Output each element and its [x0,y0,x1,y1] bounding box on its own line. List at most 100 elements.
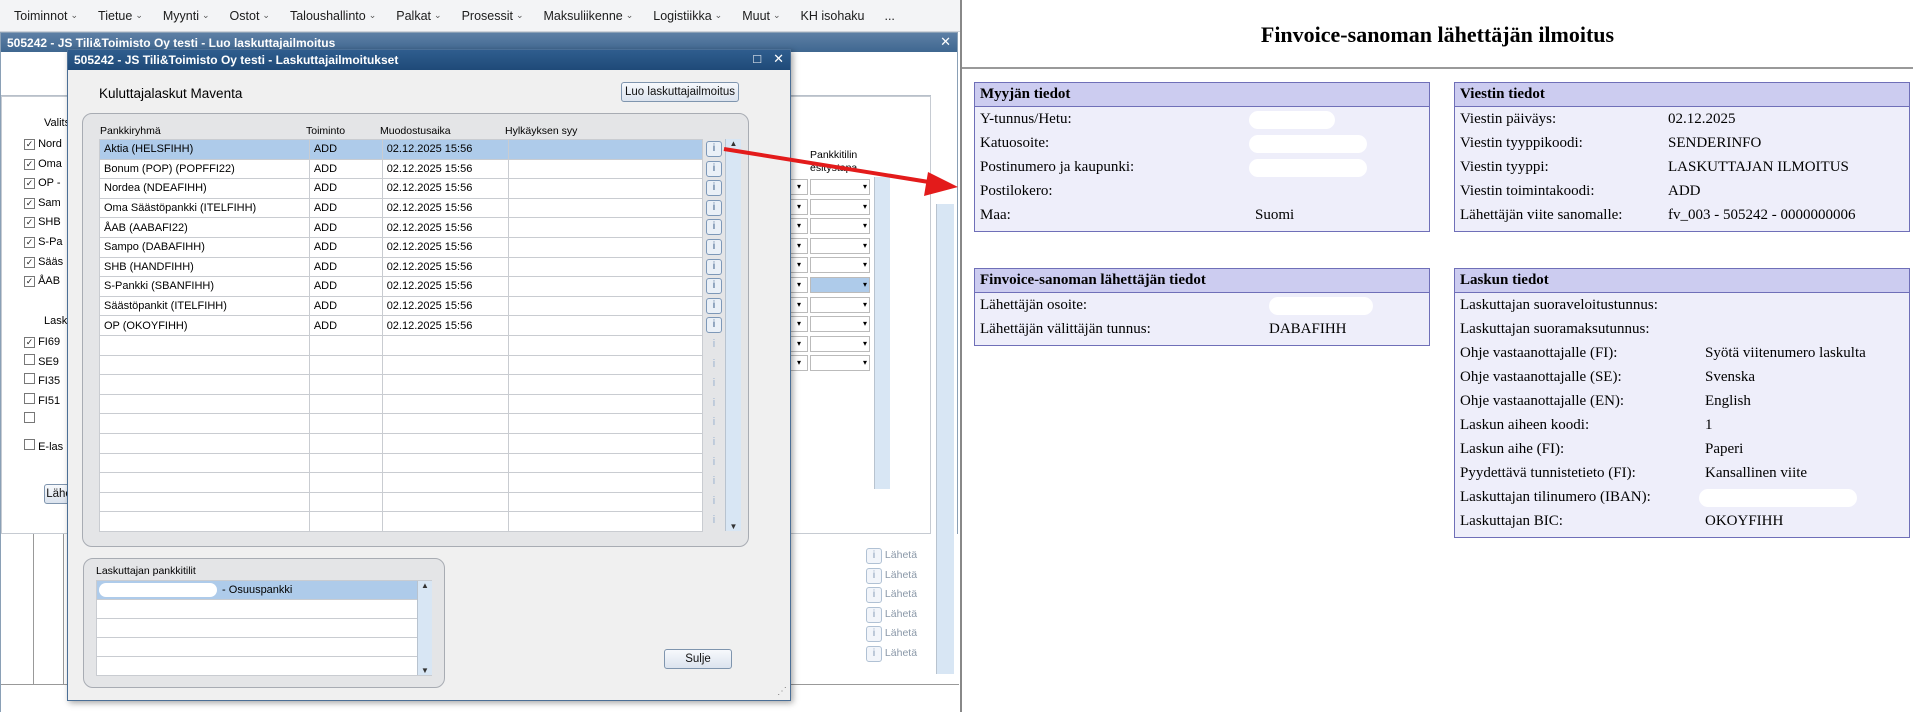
info-placeholder: i [712,357,716,370]
dropdown-toggle[interactable]: ▾ [790,179,808,195]
menu-muut[interactable]: Muut ⌄ [732,9,790,23]
info-button[interactable]: i [706,199,722,216]
dropdown-select[interactable]: ▾ [810,355,870,372]
info-button[interactable]: i [706,160,722,177]
table-row[interactable]: OP (OKOYFIHH) ADD 02.12.2025 15:56 [99,315,704,336]
info-button[interactable]: i [866,626,882,643]
send-link[interactable]: Lähetä [885,588,917,600]
checkbox[interactable]: ✓ [24,337,35,348]
send-link[interactable]: Lähetä [885,549,917,561]
menu-myynti[interactable]: Myynti ⌄ [153,9,220,23]
dropdown-select[interactable]: ▾ [810,296,870,313]
dropdown-select[interactable]: ▾ [810,316,870,333]
checkbox[interactable]: ✓ [24,178,35,190]
send-link[interactable]: Lähetä [885,627,917,639]
close-icon[interactable]: ✕ [773,51,784,67]
vertical-scrollbar[interactable]: ▲ ▼ [417,581,432,675]
send-link[interactable]: Lähetä [885,569,917,581]
vertical-scrollbar[interactable] [936,204,954,674]
checkbox[interactable]: ✓ [24,217,35,229]
table-row[interactable]: Aktia (HELSFIHH) ADD 02.12.2025 15:56 [99,139,704,160]
dropdown-select[interactable]: ▾ [810,276,870,293]
dropdown-toggle[interactable]: ▾ [790,335,808,352]
row-label: Viestin toimintakoodi: [1460,183,1595,199]
elasku-checkbox[interactable] [24,439,35,450]
checkbox[interactable] [24,353,35,365]
info-button[interactable]: i [866,548,882,564]
checkbox[interactable]: ✓ [24,276,35,288]
checkbox[interactable]: ✓ [24,236,35,248]
vertical-scrollbar[interactable] [874,177,890,489]
info-button[interactable]: i [706,238,722,255]
dropdown-select[interactable]: ▾ [810,198,870,215]
menu-kh-isohaku[interactable]: KH isohaku [791,9,875,23]
send-link[interactable]: Lähetä [885,608,917,620]
menu-toiminnot[interactable]: Toiminnot ⌄ [4,9,88,23]
dropdown-toggle[interactable]: ▾ [790,237,808,254]
dropdown-select[interactable]: ▾ [810,218,870,235]
scroll-up-icon[interactable]: ▲ [726,139,741,148]
info-button[interactable]: i [706,258,722,275]
scroll-down-icon[interactable]: ▼ [726,522,741,531]
checkbox[interactable] [24,412,35,424]
maximize-icon[interactable]: □ [753,51,761,67]
info-button[interactable]: i [866,587,882,604]
scroll-down-icon[interactable]: ▼ [418,666,432,675]
checkbox[interactable]: ✓ [24,158,35,170]
message-info-box: Viestin tiedot Viestin päiväys: 02.12.202… [1454,82,1910,232]
create-notice-button[interactable]: Luo laskuttajailmoitus [621,82,739,102]
checkbox[interactable] [24,392,35,404]
table-row-empty [99,413,704,434]
menu-taloushallinto[interactable]: Taloushallinto ⌄ [280,9,386,23]
dropdown-select[interactable]: ▾ [810,335,870,352]
menu-maksuliikenne[interactable]: Maksuliikenne ⌄ [534,9,644,23]
info-button[interactable]: i [866,567,882,584]
table-row[interactable]: Säästöpankit (ITELFIHH) ADD 02.12.2025 15:… [99,295,704,317]
checkbox[interactable]: ✓ [24,139,35,150]
dropdown-select[interactable]: ▾ [810,237,870,254]
dropdown-toggle[interactable]: ▾ [790,276,808,293]
info-button[interactable]: i [866,606,882,623]
info-button[interactable]: i [706,278,722,295]
table-row[interactable]: Nordea (NDEAFIHH) ADD 02.12.2025 15:56 [99,178,704,199]
info-row: Ohje vastaanottajalle (EN): English [1455,389,1909,413]
vertical-scrollbar[interactable]: ▲ ▼ [725,139,741,531]
send-link[interactable]: Lähetä [885,647,917,659]
menu-palkat[interactable]: Palkat ⌄ [386,9,451,23]
dropdown-toggle[interactable]: ▾ [790,355,808,372]
menu-prosessit[interactable]: Prosessit ⌄ [452,9,534,23]
table-row[interactable]: Sampo (DABAFIHH) ADD 02.12.2025 15:56 [99,236,704,258]
checkbox[interactable]: ✓ [24,256,35,268]
info-button[interactable]: i [706,141,722,157]
dropdown-select[interactable]: ▾ [810,257,870,274]
info-button[interactable]: i [706,297,722,314]
menu-ostot[interactable]: Ostot ⌄ [220,9,280,23]
info-button[interactable]: i [706,180,722,197]
info-button[interactable]: i [706,219,722,236]
info-button[interactable]: i [866,645,882,662]
menu-more[interactable]: ... [874,9,904,23]
table-row[interactable]: Bonum (POP) (POPFFI22) ADD 02.12.2025 15:5… [99,158,704,180]
cell-action: ADD [308,197,383,219]
dropdown-select[interactable]: ▾ [810,179,870,195]
dropdown-toggle[interactable]: ▾ [790,257,808,274]
dropdown-toggle[interactable]: ▾ [790,218,808,235]
table-row[interactable]: SHB (HANDFIHH) ADD 02.12.2025 15:56 [99,256,704,278]
menu-tietue[interactable]: Tietue ⌄ [88,9,153,23]
scroll-up-icon[interactable]: ▲ [418,581,432,590]
close-button[interactable]: Sulje [664,649,732,669]
menu-logistiikka[interactable]: Logistiikka ⌄ [643,9,732,23]
dropdown-toggle[interactable]: ▾ [790,316,808,333]
bank-account-row[interactable]: - Osuuspankki [97,581,417,600]
row-label: Ohje vastaanottajalle (SE): [1460,369,1622,385]
table-row[interactable]: Oma Säästöpankki (ITELFIHH) ADD 02.12.2025… [99,197,704,219]
checkbox[interactable] [24,373,35,385]
info-button[interactable]: i [706,317,722,334]
dropdown-toggle[interactable]: ▾ [790,198,808,215]
table-row[interactable]: S-Pankki (SBANFIHH) ADD 02.12.2025 15:56 [99,276,704,297]
dropdown-toggle[interactable]: ▾ [790,296,808,313]
table-row[interactable]: ÅAB (AABAFI22) ADD 02.12.2025 15:56 [99,217,704,238]
close-icon[interactable]: ✕ [940,34,951,50]
resize-grip-icon[interactable]: ⋰ [777,686,787,697]
checkbox[interactable]: ✓ [24,197,35,209]
